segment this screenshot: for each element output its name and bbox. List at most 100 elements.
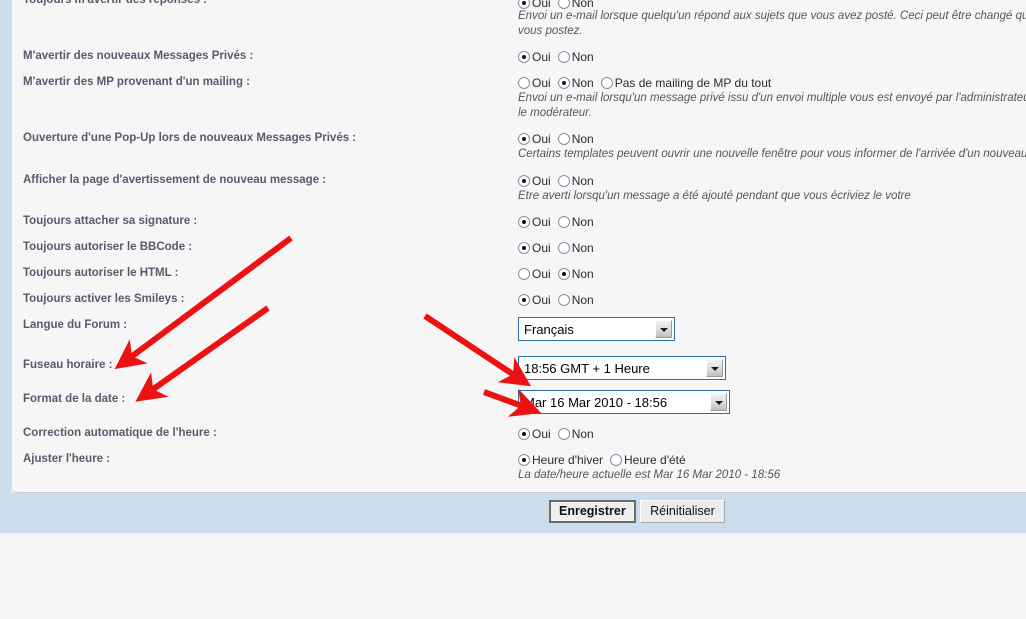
radio-group-notify-mailing-pm: Oui Non Pas de mailing de MP du tout <box>518 76 778 90</box>
radio-option-enable-smileys-1[interactable]: Non <box>557 293 594 307</box>
radio-group-warn-new-message: Oui Non <box>518 174 601 188</box>
radio-option-label: Heure d'été <box>624 453 686 467</box>
select-date-format[interactable]: Mar 16 Mar 2010 - 18:56 <box>518 390 730 414</box>
left-gutter <box>0 0 11 493</box>
row-controls-enable-smileys: Oui Non <box>518 293 601 307</box>
radio-option-allow-html-1[interactable]: Non <box>557 267 594 281</box>
row-label-attach-signature: Toujours attacher sa signature : <box>23 215 198 227</box>
radio-option-notify-new-pm-0[interactable]: Oui <box>518 50 551 64</box>
row-label-notify-mailing-pm: M'avertir des MP provenant d'un mailing … <box>23 76 250 88</box>
row-hint-adjust-time: La date/heure actuelle est Mar 16 Mar 20… <box>518 469 781 481</box>
row-controls-timezone: 18:56 GMT + 1 Heure <box>518 356 726 380</box>
radio-option-allow-html-0[interactable]: Oui <box>518 267 551 281</box>
radio-option-notify-mailing-pm-0[interactable]: Oui <box>518 76 551 90</box>
radio-group-allow-bbcode: Oui Non <box>518 241 601 255</box>
row-controls-date-format: Mar 16 Mar 2010 - 18:56 <box>518 390 730 414</box>
radio-button-icon[interactable] <box>518 175 530 188</box>
radio-option-label: Heure d'hiver <box>532 453 603 467</box>
radio-option-label: Non <box>571 241 594 255</box>
row-controls-attach-signature: Oui Non <box>518 215 601 229</box>
radio-button-icon[interactable] <box>518 51 530 64</box>
radio-option-notify-mailing-pm-2[interactable]: Pas de mailing de MP du tout <box>600 76 771 90</box>
radio-button-icon[interactable] <box>600 77 613 90</box>
select-forum-language[interactable]: Français <box>518 317 675 341</box>
form-actions: Enregistrer Réinitialiser <box>549 500 725 523</box>
radio-button-icon[interactable] <box>557 216 570 229</box>
radio-option-warn-new-message-0[interactable]: Oui <box>518 174 551 188</box>
radio-option-popup-new-pm-0[interactable]: Oui <box>518 132 551 146</box>
row-controls-popup-new-pm: Oui Non <box>518 132 601 146</box>
radio-option-label: Non <box>571 174 594 188</box>
radio-button-icon[interactable] <box>557 175 570 188</box>
row-controls-notify-new-pm: Oui Non <box>518 50 601 64</box>
row-controls-adjust-time: Heure d'hiver Heure d'été <box>518 453 693 467</box>
radio-option-label: Oui <box>532 76 551 90</box>
row-hint-warn-new-message: Etre averti lorsqu'un message a été ajou… <box>518 190 911 202</box>
radio-button-icon[interactable] <box>557 133 570 146</box>
radio-option-allow-bbcode-1[interactable]: Non <box>557 241 594 255</box>
row-label-timezone: Fuseau horaire : <box>23 359 113 371</box>
radio-button-icon[interactable] <box>518 268 530 281</box>
radio-button-icon[interactable] <box>518 294 530 307</box>
row-controls-warn-new-message: Oui Non <box>518 174 601 188</box>
radio-button-icon[interactable] <box>557 294 570 307</box>
radio-group-notify-new-pm: Oui Non <box>518 50 601 64</box>
radio-button-icon[interactable] <box>518 77 530 90</box>
radio-group-enable-smileys: Oui Non <box>518 293 601 307</box>
row-label-allow-bbcode: Toujours autoriser le BBCode : <box>23 241 193 253</box>
radio-option-auto-time-correction-0[interactable]: Oui <box>518 427 551 441</box>
radio-option-popup-new-pm-1[interactable]: Non <box>557 132 594 146</box>
select-value: 18:56 GMT + 1 Heure <box>524 361 650 376</box>
reset-button[interactable]: Réinitialiser <box>640 500 725 523</box>
radio-option-label: Oui <box>532 267 551 281</box>
radio-button-icon[interactable] <box>518 133 530 146</box>
radio-group-attach-signature: Oui Non <box>518 215 601 229</box>
radio-option-attach-signature-1[interactable]: Non <box>557 215 594 229</box>
row-label-date-format: Format de la date : <box>23 393 126 405</box>
chevron-down-icon[interactable] <box>706 359 723 377</box>
radio-option-label: Non <box>571 215 594 229</box>
radio-group-auto-time-correction: Oui Non <box>518 427 601 441</box>
radio-option-label: Non <box>571 76 594 90</box>
radio-button-icon[interactable] <box>610 454 622 467</box>
radio-button-icon[interactable] <box>557 268 570 281</box>
radio-option-auto-time-correction-1[interactable]: Non <box>557 427 594 441</box>
radio-button-icon[interactable] <box>557 242 570 255</box>
row-label-notify-new-pm: M'avertir des nouveaux Messages Privés : <box>23 50 254 62</box>
radio-button-icon[interactable] <box>557 51 570 64</box>
radio-option-adjust-time-1[interactable]: Heure d'été <box>610 453 686 467</box>
radio-button-icon[interactable] <box>557 428 570 441</box>
row-label-warn-new-message: Afficher la page d'avertissement de nouv… <box>23 174 327 186</box>
radio-option-attach-signature-0[interactable]: Oui <box>518 215 551 229</box>
radio-button-icon[interactable] <box>518 454 530 467</box>
radio-option-allow-bbcode-0[interactable]: Oui <box>518 241 551 255</box>
row-label-adjust-time: Ajuster l'heure : <box>23 453 111 465</box>
radio-button-icon[interactable] <box>557 77 570 90</box>
radio-button-icon[interactable] <box>557 0 570 10</box>
radio-button-icon[interactable] <box>518 216 530 229</box>
radio-button-icon[interactable] <box>518 428 530 441</box>
row-hint-notify-replies: Envoi un e-mail lorsque quelqu'un répond… <box>518 10 1026 37</box>
radio-group-allow-html: Oui Non <box>518 267 601 281</box>
row-label-notify-replies: Toujours m'avertir des réponses : <box>23 0 208 6</box>
radio-option-label: Non <box>571 293 594 307</box>
radio-option-enable-smileys-0[interactable]: Oui <box>518 293 551 307</box>
radio-option-notify-new-pm-1[interactable]: Non <box>557 50 594 64</box>
radio-option-label: Oui <box>532 241 551 255</box>
chevron-down-icon[interactable] <box>655 320 672 338</box>
chevron-down-icon[interactable] <box>710 393 727 411</box>
radio-option-adjust-time-0[interactable]: Heure d'hiver <box>518 453 603 467</box>
radio-button-icon[interactable] <box>518 0 530 10</box>
radio-option-label: Non <box>571 267 594 281</box>
radio-option-label: Oui <box>532 293 551 307</box>
radio-option-label: Oui <box>532 427 551 441</box>
radio-option-label: Oui <box>532 50 551 64</box>
radio-option-notify-mailing-pm-1[interactable]: Non <box>557 76 594 90</box>
radio-option-warn-new-message-1[interactable]: Non <box>557 174 594 188</box>
submit-button[interactable]: Enregistrer <box>549 500 636 523</box>
row-controls-allow-bbcode: Oui Non <box>518 241 601 255</box>
radio-option-label: Non <box>571 427 594 441</box>
row-label-auto-time-correction: Correction automatique de l'heure : <box>23 427 217 439</box>
radio-button-icon[interactable] <box>518 242 530 255</box>
select-timezone[interactable]: 18:56 GMT + 1 Heure <box>518 356 726 380</box>
